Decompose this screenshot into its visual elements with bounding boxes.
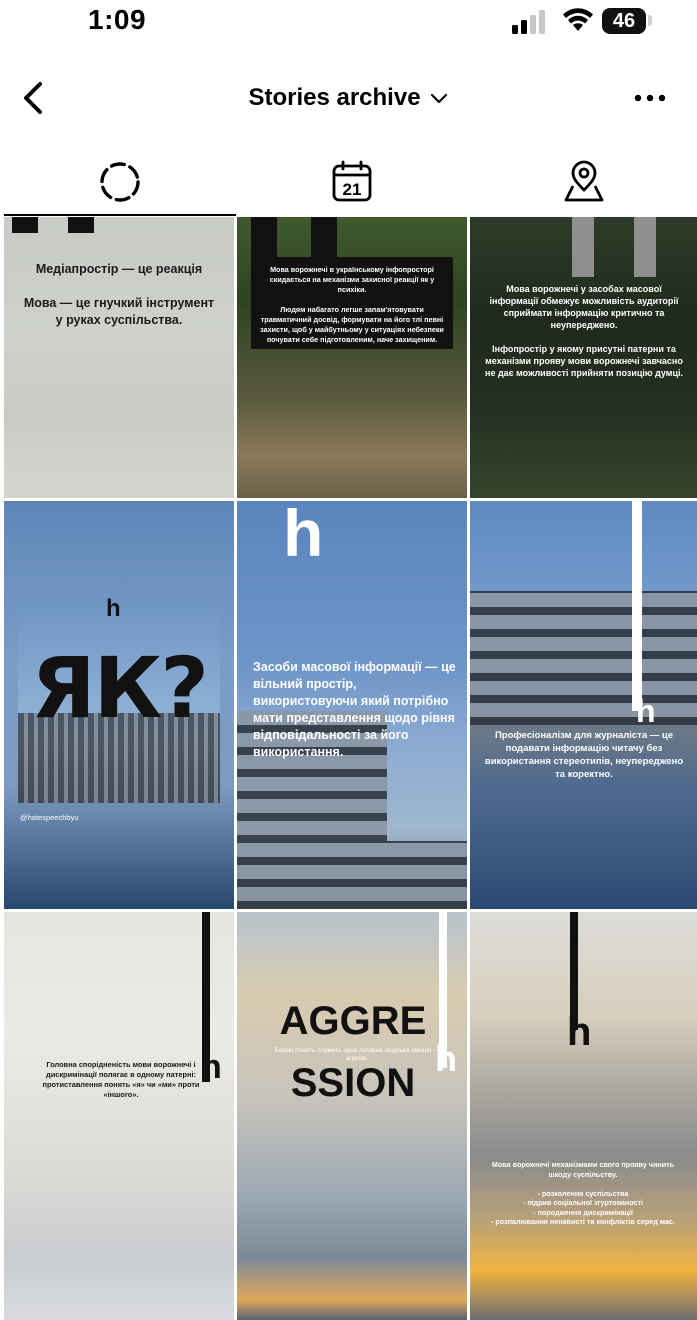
story-thumbnail[interactable]: Мова ворожнечі у засобах масової інформа…	[470, 217, 697, 498]
tab-map[interactable]	[468, 148, 697, 216]
archive-tabs: 21	[0, 148, 697, 216]
battery-tip	[648, 15, 652, 26]
logo-h: h	[106, 595, 121, 622]
story-headline-bottom: SSION	[290, 1061, 416, 1105]
story-text: Мова ворожнечі в українському інфопросто…	[260, 265, 444, 344]
story-headline-top: AGGRE	[279, 999, 427, 1043]
building-silhouette	[387, 841, 467, 909]
story-thumbnail[interactable]: h Мова ворожнечі механізмами свого прояв…	[470, 912, 697, 1320]
story-text: Засоби масової інформації — це вільний п…	[253, 660, 456, 759]
decorative-block	[572, 217, 594, 277]
chevron-down-icon	[430, 93, 447, 103]
page-title-label: Stories archive	[248, 84, 421, 111]
tab-calendar[interactable]: 21	[236, 148, 468, 216]
stories-grid: Медіапростір — це реакція Мова — це гнуч…	[0, 217, 697, 1320]
decorative-block	[12, 217, 38, 233]
story-text: Мова ворожнечі у засобах масової інформа…	[485, 284, 683, 378]
story-thumbnail[interactable]: h ЯК? @hatespeechbyu	[4, 501, 234, 909]
tab-stories[interactable]	[4, 148, 236, 216]
stories-ring-icon	[100, 162, 140, 202]
more-options-icon[interactable]	[630, 86, 670, 110]
status-time: 1:09	[88, 4, 147, 35]
story-thumbnail[interactable]: Медіапростір — це реакція Мова — це гнуч…	[4, 217, 234, 498]
story-text: Головна спорідненість мови ворожнечі і д…	[42, 1060, 200, 1099]
decorative-block	[68, 217, 94, 233]
story-text: Професіоналізм для журналіста — це подав…	[484, 730, 684, 780]
calendar-day: 21	[343, 180, 362, 199]
story-text: Медіапростір — це реакція Мова — це гнуч…	[23, 262, 215, 327]
story-thumbnail[interactable]: Мова ворожнечі в українському інфопросто…	[237, 217, 467, 498]
story-thumbnail[interactable]: h Засоби масової інформації — це вільний…	[237, 501, 467, 909]
cellular-signal-icon	[512, 10, 545, 34]
page-title[interactable]: Stories archive	[0, 84, 697, 112]
decorative-block	[311, 217, 337, 257]
logo-h: h	[283, 501, 324, 570]
wifi-icon	[563, 8, 593, 31]
decorative-block	[634, 217, 656, 277]
logo-h: h	[636, 693, 656, 729]
story-thumbnail[interactable]: h Головна спорідненість мови ворожнечі і…	[4, 912, 234, 1320]
logo-h: h	[201, 1048, 222, 1086]
story-thumbnail[interactable]: h AGGRE Базою понять служить одна головн…	[237, 912, 467, 1320]
building-silhouette	[470, 591, 697, 725]
calendar-icon: 21	[332, 160, 372, 202]
story-text: Мова ворожнечі механізмами свого прояву …	[490, 1160, 676, 1226]
header: Stories archive	[0, 66, 697, 130]
story-thumbnail[interactable]: h Професіоналізм для журналіста — це под…	[470, 501, 697, 909]
logo-h: h	[567, 1010, 592, 1054]
battery-icon: 46	[602, 8, 646, 34]
story-handle: @hatespeechbyu	[20, 813, 79, 822]
map-pin-icon	[564, 160, 604, 202]
status-bar: 1:09 46	[0, 0, 697, 48]
decorative-line	[632, 501, 642, 711]
story-headline: ЯК?	[30, 639, 209, 737]
decorative-block	[251, 217, 277, 257]
